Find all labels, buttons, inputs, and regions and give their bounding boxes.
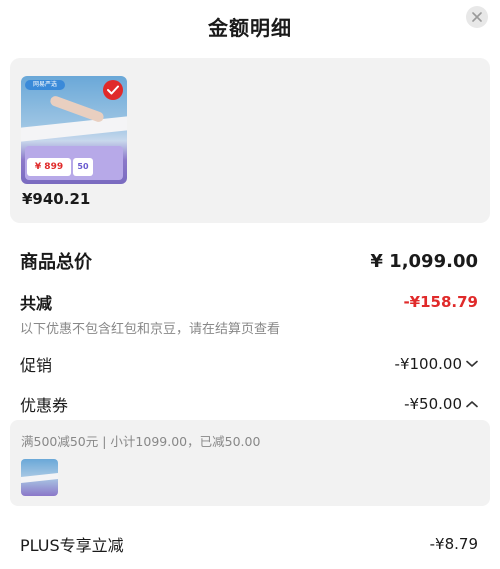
promo-badge: 50 [73,158,93,176]
page-title: 金额明细 [208,16,292,40]
product-thumbnail[interactable]: 网易严选 ¥ 899 50 [21,76,127,184]
brand-label: 网易严选 [25,80,65,90]
coupon-detail-text: 满500减50元 | 小计1099.00，已减50.00 [21,434,261,449]
total-label: 商品总价 [20,252,92,273]
chevron-down-icon[interactable] [466,360,478,368]
coupon-product-thumbnail[interactable] [21,459,58,496]
promo-label: 促销 [20,356,53,375]
coupon-value: -¥50.00 [404,395,462,413]
close-button[interactable] [466,6,488,28]
total-value: ¥ 1,099.00 [370,250,478,272]
promo-value: -¥100.00 [394,355,462,373]
plus-value: -¥8.79 [429,535,478,553]
total-row: 商品总价 ¥ 1,099.00 [20,248,478,274]
product-card: 网易严选 ¥ 899 50 ¥940.21 [10,58,490,223]
close-icon [472,12,482,22]
plus-label: PLUS专享立减 [20,536,124,555]
product-price: ¥940.21 [22,190,91,208]
mini-mattress-graphic [21,473,58,483]
mattress-graphic [21,116,127,142]
discount-row: 共减 -¥158.79 [20,290,478,314]
promo-row[interactable]: 促销 -¥100.00 [20,352,478,376]
person-graphic [48,94,106,124]
coupon-row[interactable]: 优惠券 -¥50.00 [20,392,478,416]
coupon-detail-box: 满500减50元 | 小计1099.00，已减50.00 [10,420,490,506]
discount-note: 以下优惠不包含红包和京豆，请在结算页查看 [20,322,281,337]
check-icon [103,80,123,100]
coupon-label: 优惠券 [20,396,69,415]
discount-value: -¥158.79 [403,293,478,311]
promo-price: ¥ 899 [27,158,71,176]
chevron-up-icon[interactable] [466,400,478,408]
plus-row: PLUS专享立减 -¥8.79 [20,532,478,556]
discount-label: 共减 [20,294,53,313]
